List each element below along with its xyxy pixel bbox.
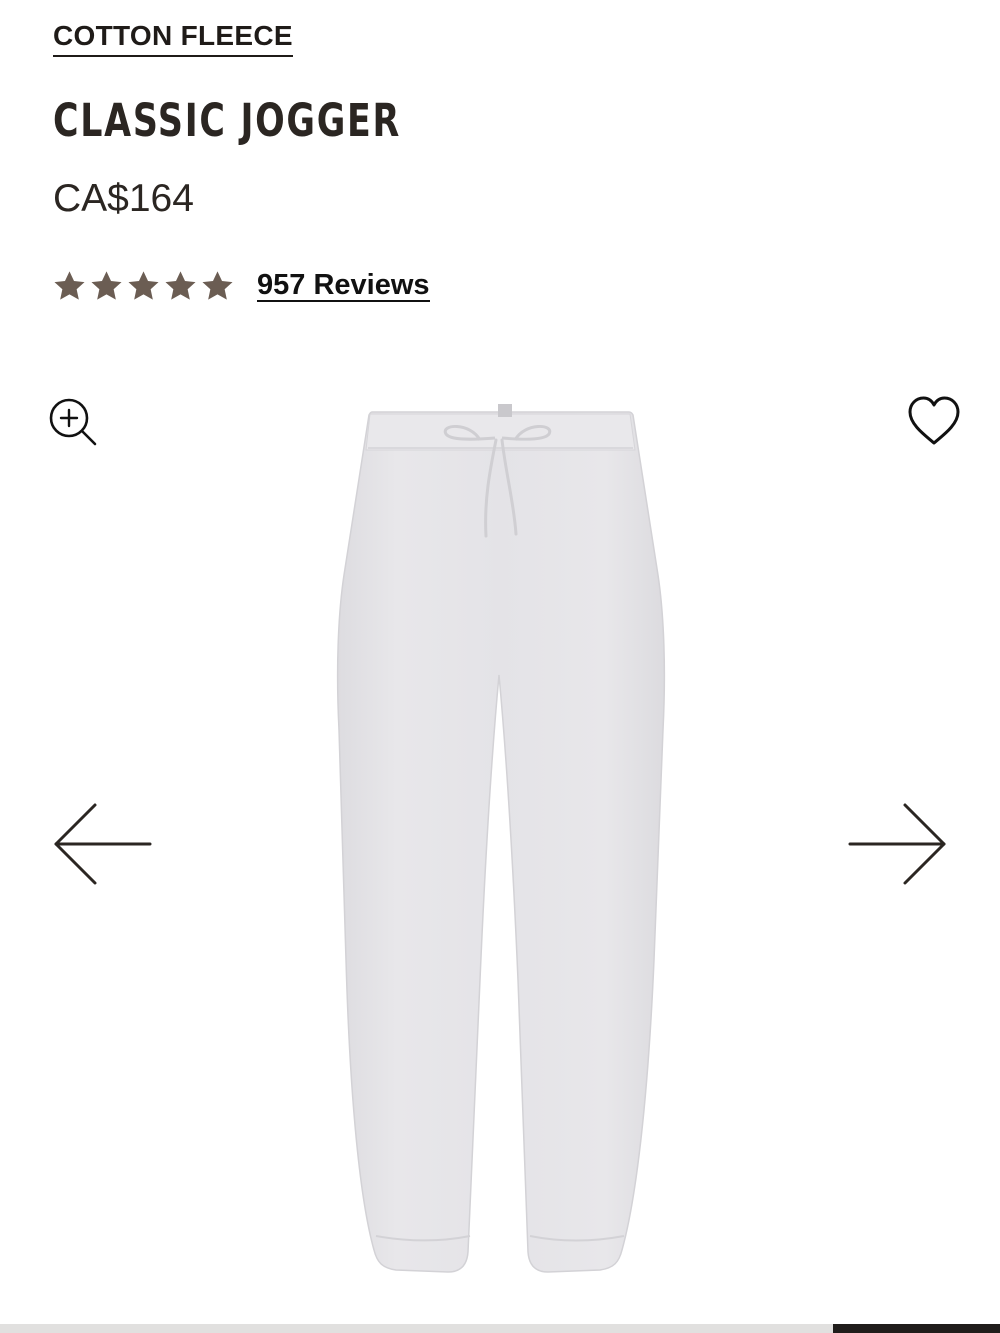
zoom-in-icon [49, 398, 97, 446]
collection-link[interactable]: COTTON FLEECE [53, 20, 293, 58]
wishlist-button[interactable] [905, 394, 963, 448]
zoom-button[interactable] [45, 395, 101, 451]
star-icon [200, 269, 235, 304]
star-rating [52, 269, 235, 304]
star-icon [126, 269, 161, 304]
carousel-progress-fill [833, 1324, 1000, 1333]
reviews-link[interactable]: 957 Reviews [257, 269, 430, 303]
star-icon [163, 269, 198, 304]
star-icon [52, 269, 87, 304]
previous-image-button[interactable] [52, 800, 152, 888]
product-price: CA$164 [53, 177, 194, 220]
star-icon [89, 269, 124, 304]
product-title: CLASSIC JOGGER [53, 94, 402, 147]
jogger-illustration [336, 404, 666, 1273]
arrow-right-icon [848, 803, 946, 885]
next-image-button[interactable] [848, 800, 948, 888]
carousel-progress [0, 1324, 1000, 1333]
rating-row: 957 Reviews [52, 266, 430, 306]
heart-icon [908, 396, 960, 445]
product-image[interactable] [330, 400, 670, 1280]
arrow-left-icon [54, 803, 152, 885]
